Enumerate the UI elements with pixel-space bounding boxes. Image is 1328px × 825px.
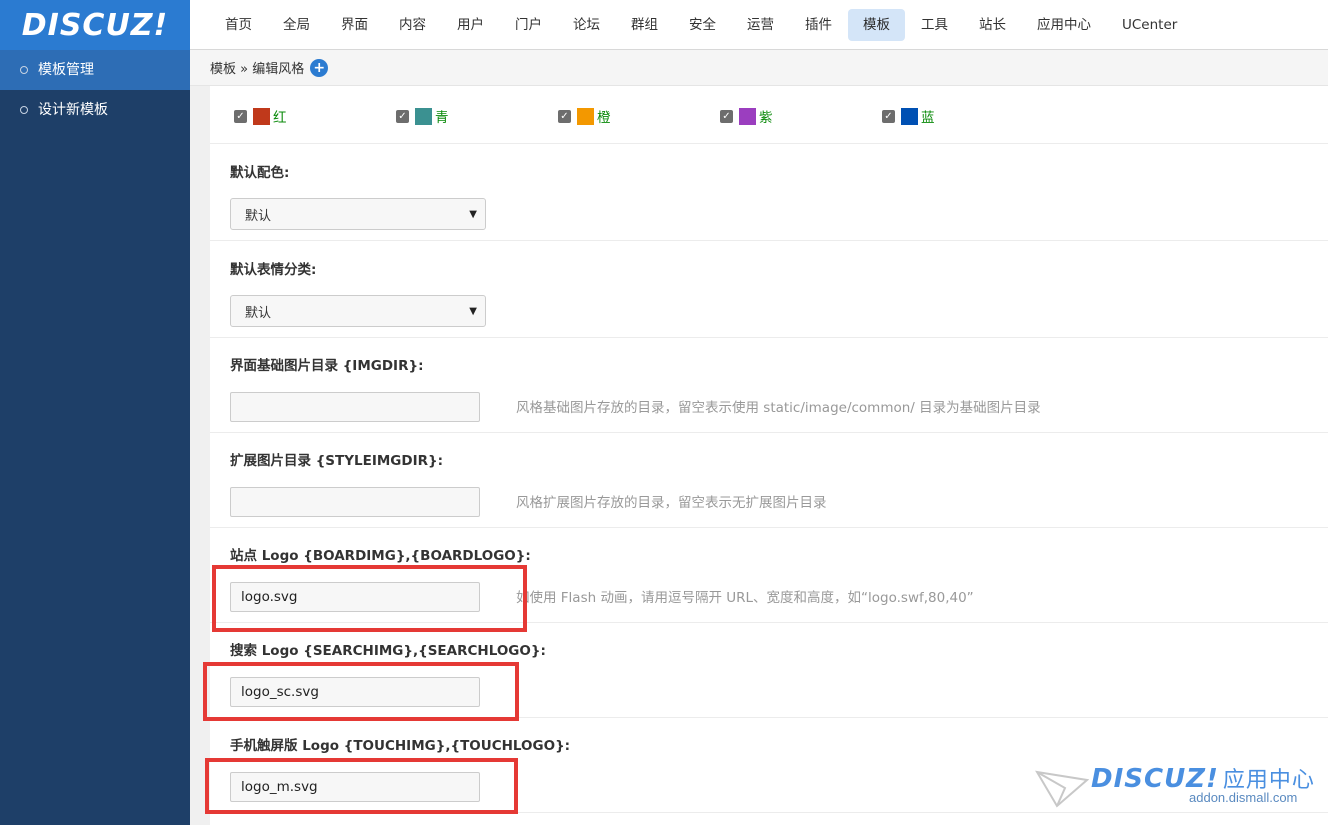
checkbox-checked-icon[interactable]: ✓ <box>396 109 409 123</box>
nav-item-templates[interactable]: 模板 <box>848 9 905 41</box>
main-nav: 首页 全局 界面 内容 用户 门户 论坛 群组 安全 运营 插件 模板 工具 站… <box>210 9 1193 41</box>
color-swatch <box>577 107 594 125</box>
nav-item-ucenter[interactable]: UCenter <box>1107 9 1192 41</box>
color-swatch <box>901 107 918 125</box>
highlight-box-searchimg <box>203 662 519 721</box>
sidebar-item-label: 设计新模板 <box>38 102 108 118</box>
nav-item-portal[interactable]: 门户 <box>500 9 557 41</box>
imgdir-input[interactable] <box>230 392 480 422</box>
default-smiley-label: 默认表情分类: <box>230 262 317 278</box>
nav-item-groups[interactable]: 群组 <box>616 9 673 41</box>
nav-item-tools[interactable]: 工具 <box>906 9 963 41</box>
logo-text: DISCUZ! <box>21 7 169 43</box>
bullet-icon <box>20 66 28 74</box>
highlight-box-boardimg <box>212 565 527 632</box>
nav-item-operations[interactable]: 运营 <box>732 9 789 41</box>
breadcrumb: 模板 » 编辑风格 + <box>190 50 1328 86</box>
color-label: 红 <box>273 110 287 126</box>
bullet-icon <box>20 106 28 114</box>
checkbox-checked-icon[interactable]: ✓ <box>558 109 571 123</box>
checkbox-checked-icon[interactable]: ✓ <box>720 109 733 123</box>
touchimg-label: 手机触屏版 Logo {TOUCHIMG},{TOUCHLOGO}: <box>230 738 571 754</box>
color-option-purple[interactable]: ✓ 紫 <box>720 106 882 126</box>
nav-item-home[interactable]: 首页 <box>210 9 267 41</box>
color-option-orange[interactable]: ✓ 橙 <box>558 106 720 126</box>
paper-plane-icon <box>1035 770 1089 808</box>
nav-item-app-center[interactable]: 应用中心 <box>1022 9 1106 41</box>
color-option-cyan[interactable]: ✓ 青 <box>396 106 558 126</box>
checkbox-checked-icon[interactable]: ✓ <box>882 109 895 123</box>
default-smiley-select[interactable]: 默认 ▼ <box>230 295 486 327</box>
color-swatch <box>739 107 756 125</box>
default-scheme-label: 默认配色: <box>230 165 290 181</box>
styleimgdir-label: 扩展图片目录 {STYLEIMGDIR}: <box>230 453 444 469</box>
divider <box>210 143 1328 144</box>
plus-circle-icon[interactable]: + <box>310 58 329 77</box>
color-options: ✓ 红 ✓ 青 ✓ 橙 ✓ 紫 ✓ 蓝 <box>234 106 1044 126</box>
sidebar: 模板管理 设计新模板 <box>0 50 190 825</box>
styleimgdir-hint: 风格扩展图片存放的目录，留空表示无扩展图片目录 <box>516 495 827 511</box>
watermark-url: addon.dismall.com <box>1189 790 1298 805</box>
nav-item-security[interactable]: 安全 <box>674 9 731 41</box>
select-value: 默认 <box>245 208 272 224</box>
color-label: 紫 <box>759 110 773 126</box>
sidebar-item-label: 模板管理 <box>38 62 94 78</box>
nav-item-content[interactable]: 内容 <box>384 9 441 41</box>
nav-item-forum[interactable]: 论坛 <box>558 9 615 41</box>
chevron-down-icon: ▼ <box>469 305 477 317</box>
chevron-down-icon: ▼ <box>469 208 477 220</box>
color-swatch <box>253 107 270 125</box>
highlight-box-touchimg <box>205 758 518 814</box>
divider <box>210 240 1328 241</box>
color-option-red[interactable]: ✓ 红 <box>234 106 396 126</box>
divider <box>210 432 1328 433</box>
nav-item-plugins[interactable]: 插件 <box>790 9 847 41</box>
nav-item-global[interactable]: 全局 <box>268 9 325 41</box>
styleimgdir-input[interactable] <box>230 487 480 517</box>
divider <box>210 527 1328 528</box>
color-swatch <box>415 107 432 125</box>
nav-item-admin[interactable]: 站长 <box>964 9 1021 41</box>
sidebar-item-template-management[interactable]: 模板管理 <box>0 50 190 90</box>
nav-item-users[interactable]: 用户 <box>442 9 499 41</box>
discuz-logo[interactable]: DISCUZ! <box>0 0 190 50</box>
select-value: 默认 <box>245 305 272 321</box>
default-scheme-select[interactable]: 默认 ▼ <box>230 198 486 230</box>
color-label: 青 <box>435 110 449 126</box>
imgdir-label: 界面基础图片目录 {IMGDIR}: <box>230 358 424 374</box>
boardimg-label: 站点 Logo {BOARDIMG},{BOARDLOGO}: <box>230 548 531 564</box>
boardimg-hint: 如使用 Flash 动画，请用逗号隔开 URL、宽度和高度，如“logo.swf… <box>516 590 974 606</box>
sidebar-item-design-new-template[interactable]: 设计新模板 <box>0 90 190 130</box>
nav-item-interface[interactable]: 界面 <box>326 9 383 41</box>
searchimg-label: 搜索 Logo {SEARCHIMG},{SEARCHLOGO}: <box>230 643 546 659</box>
color-option-blue[interactable]: ✓ 蓝 <box>882 106 1044 126</box>
imgdir-hint: 风格基础图片存放的目录，留空表示使用 static/image/common/ … <box>516 400 1041 416</box>
color-label: 蓝 <box>921 110 935 126</box>
breadcrumb-text: 模板 » 编辑风格 <box>210 62 305 77</box>
checkbox-checked-icon[interactable]: ✓ <box>234 109 247 123</box>
top-bar: DISCUZ! 首页 全局 界面 内容 用户 门户 论坛 群组 安全 运营 插件… <box>0 0 1328 50</box>
color-label: 橙 <box>597 110 611 126</box>
watermark: DISCUZ! 应用中心 addon.dismall.com <box>1035 762 1325 812</box>
divider <box>210 337 1328 338</box>
